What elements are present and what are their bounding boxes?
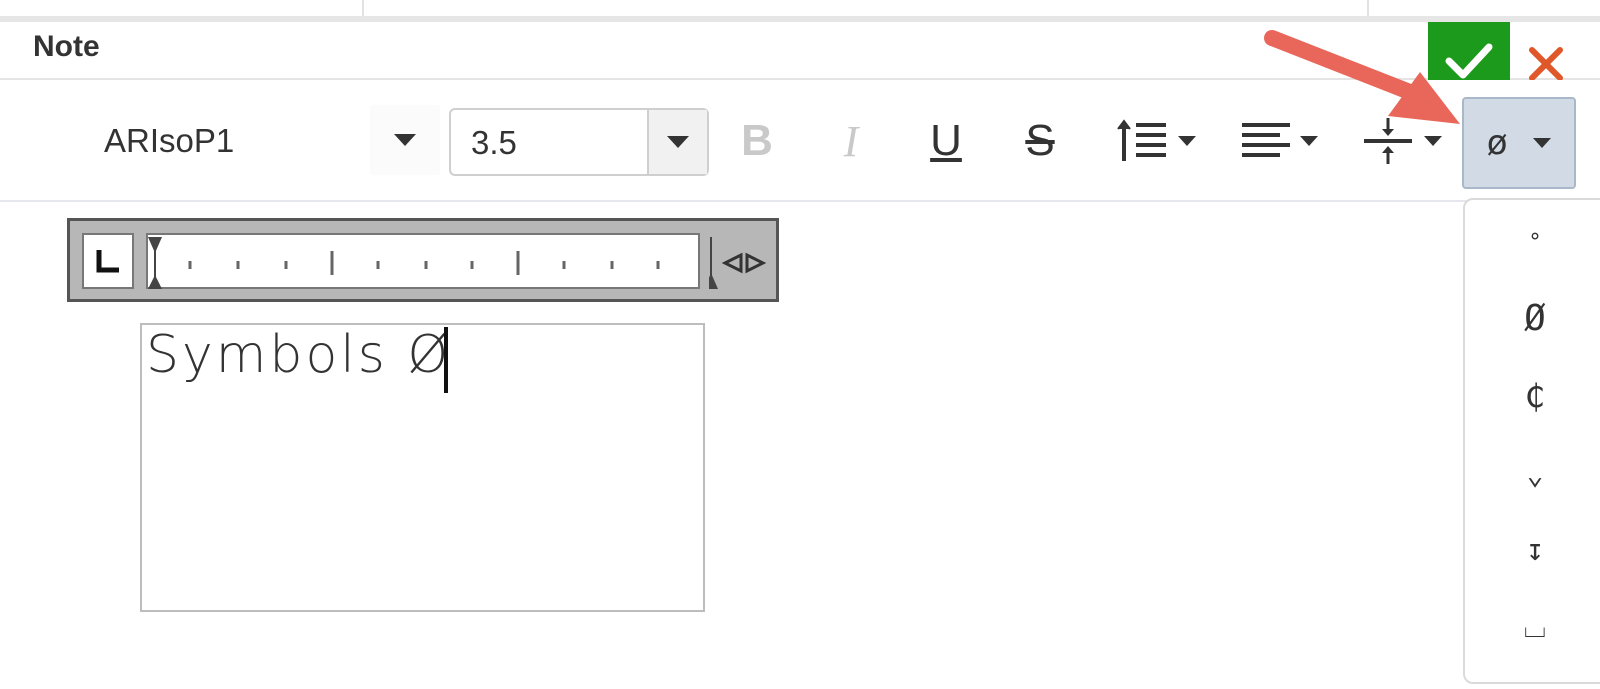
ruler-resize-handle[interactable] (704, 227, 774, 295)
symbol-counterbore[interactable]: ⌴ (1465, 598, 1600, 658)
ruler-track[interactable] (146, 233, 700, 289)
close-icon (1529, 47, 1563, 81)
strikethrough-icon: S (1025, 116, 1055, 165)
panel-title: Note (33, 30, 100, 63)
underline-icon: U (930, 116, 962, 165)
ruler-ticks (148, 237, 660, 289)
font-name-select[interactable]: ARIsoP1 (104, 122, 234, 160)
italic-button[interactable]: I (826, 106, 876, 176)
italic-icon: I (843, 116, 859, 166)
divider (362, 0, 364, 16)
ruler-resize-icon (709, 237, 767, 289)
diameter-symbol-icon: ø (1486, 123, 1508, 163)
bold-button[interactable]: B (732, 106, 782, 176)
divider (1367, 0, 1369, 16)
font-size-dropdown-button[interactable] (647, 110, 707, 174)
note-text-editor[interactable]: Symbols Ø (140, 323, 705, 612)
symbol-diameter[interactable]: Ø (1465, 288, 1600, 348)
bold-icon: B (741, 116, 773, 165)
symbol-depth[interactable]: ↧ (1465, 520, 1600, 580)
top-strip (0, 0, 1600, 22)
symbol-countersink[interactable]: ⌄ (1465, 444, 1600, 504)
symbol-centerline[interactable]: ₵ (1465, 366, 1600, 426)
text-caret (444, 327, 448, 393)
symbol-degree[interactable]: ° (1465, 212, 1600, 272)
tab-stop-icon (96, 250, 119, 273)
symbol-dropdown-menu: ° Ø ₵ ⌄ ↧ ⌴ (1463, 198, 1600, 684)
chevron-down-icon (1424, 136, 1442, 146)
font-dropdown-button[interactable] (370, 105, 440, 175)
chevron-down-icon (1178, 136, 1196, 146)
strikethrough-button[interactable]: S (1014, 106, 1066, 176)
chevron-down-icon (667, 136, 689, 148)
font-size-field[interactable]: 3.5 (449, 108, 709, 176)
chevron-down-icon (394, 134, 416, 146)
tab-stop-selector[interactable] (82, 233, 134, 289)
insert-symbol-button[interactable]: ø (1462, 97, 1576, 189)
chevron-down-icon (1533, 138, 1552, 148)
note-text: Symbols Ø (146, 325, 452, 385)
font-size-value: 3.5 (471, 124, 517, 161)
text-ruler (67, 218, 779, 302)
line-spacing-button[interactable] (1108, 106, 1204, 176)
chevron-down-icon (1300, 136, 1318, 146)
annotation-arrow-icon (1264, 30, 1460, 124)
line-spacing-icon (1117, 119, 1166, 161)
underline-button[interactable]: U (920, 106, 972, 176)
